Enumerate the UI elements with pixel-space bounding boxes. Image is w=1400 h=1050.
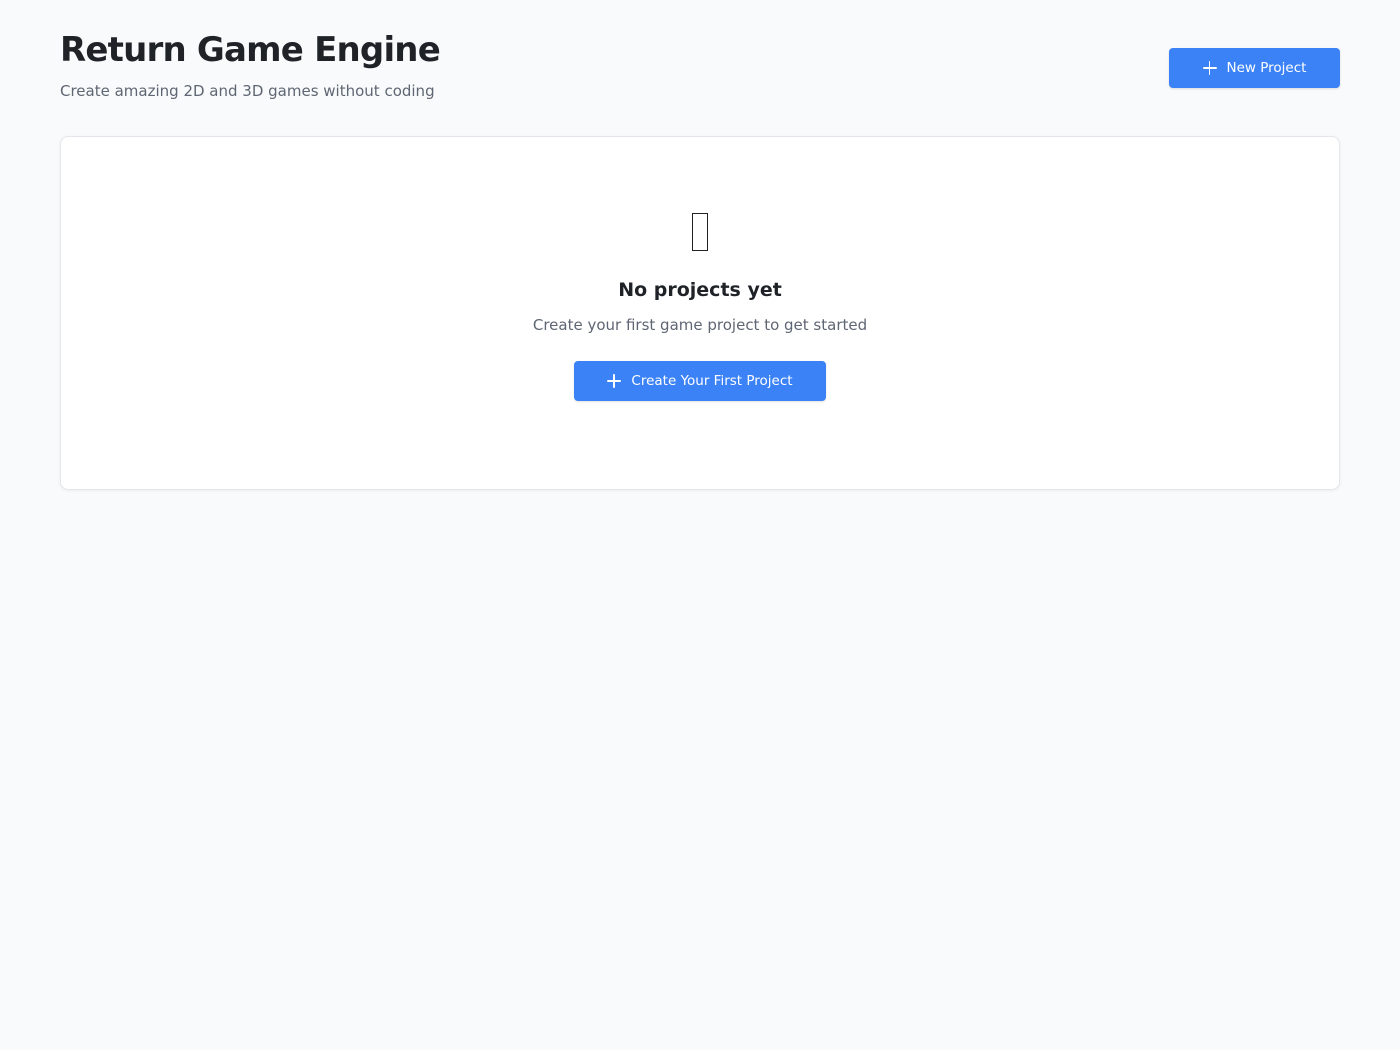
empty-state-title: No projects yet — [618, 279, 782, 301]
create-first-project-label: Create Your First Project — [631, 373, 793, 389]
plus-icon — [607, 374, 622, 388]
empty-projects-card: No projects yet Create your first game p… — [60, 136, 1340, 490]
projects-page: Return Game Engine Create amazing 2D and… — [0, 0, 1400, 1050]
create-first-project-button[interactable]: Create Your First Project — [574, 361, 826, 401]
page-title: Return Game Engine — [60, 30, 441, 70]
page-header: Return Game Engine Create amazing 2D and… — [60, 0, 1340, 136]
new-project-button[interactable]: New Project — [1169, 48, 1340, 88]
new-project-label: New Project — [1226, 60, 1307, 76]
placeholder-icon — [692, 213, 708, 251]
plus-icon — [1202, 61, 1217, 75]
page-subtitle: Create amazing 2D and 3D games without c… — [60, 82, 435, 100]
empty-state-text: Create your first game project to get st… — [532, 316, 868, 334]
